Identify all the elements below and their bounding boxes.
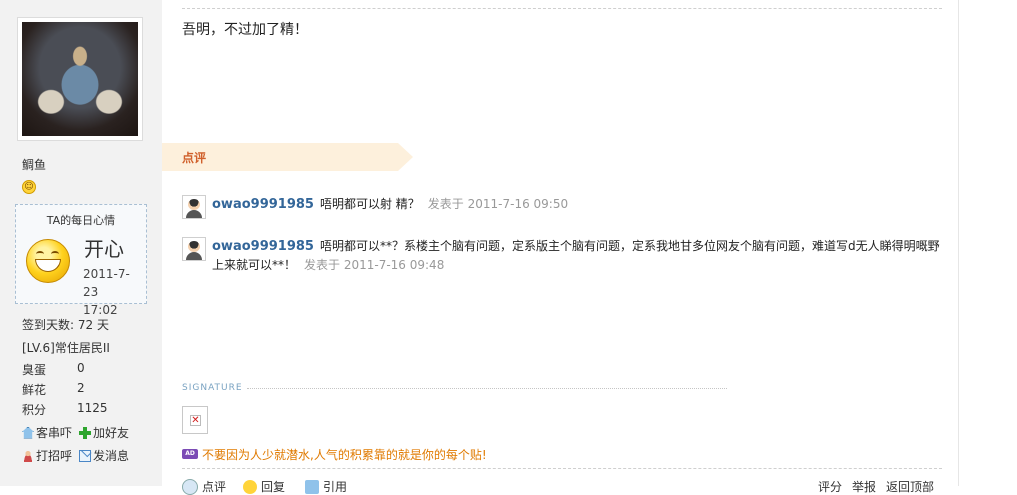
add-friend-label: 加好友 — [93, 426, 130, 440]
comment-action-label: 点评 — [202, 480, 227, 494]
content-right-border — [958, 0, 959, 486]
mood-date-day: 2011-7-23 — [83, 267, 130, 299]
quote-button[interactable]: 引用 — [305, 478, 347, 495]
profile-sidebar: 鲷鱼 ☺ TA的每日心情 开心 2011-7-23 17:02 签到天数: 72… — [0, 0, 162, 486]
comment-text: 唔明都可以射 精？ — [319, 197, 420, 211]
reply-icon — [243, 479, 257, 494]
mood-word: 开心 — [84, 237, 124, 261]
comment-time: 发表于 2011-7-16 09:48 — [304, 258, 445, 272]
stat-value: 2 — [77, 381, 85, 395]
stat-label: 鲜花 — [22, 383, 47, 397]
stat-label: 臭蛋 — [22, 363, 47, 377]
comment-author[interactable]: owao9991985 — [212, 197, 314, 212]
quote-label: 引用 — [323, 480, 348, 494]
comment-icon — [182, 478, 198, 495]
greet-label: 打招呼 — [36, 449, 73, 463]
comment-avatar[interactable] — [182, 237, 206, 261]
rate-link[interactable]: 评分 — [818, 478, 842, 495]
comment-author[interactable]: owao9991985 — [212, 239, 314, 254]
ad-link[interactable]: 不要因为人少就潜水,人气的积累靠的就是你的每个贴! — [202, 446, 487, 463]
online-smiley-icon: ☺ — [22, 180, 36, 194]
mood-date: 2011-7-23 17:02 — [83, 265, 145, 319]
back-to-top-link[interactable]: 返回顶部 — [886, 478, 934, 495]
send-message-label: 发消息 — [93, 449, 130, 463]
report-link[interactable]: 举报 — [852, 478, 876, 495]
avatar[interactable] — [17, 17, 143, 141]
signature-label: SIGNATURE — [182, 383, 243, 393]
home-icon — [22, 426, 34, 439]
stat-row: 鲜花 2 — [22, 381, 85, 398]
post-body: 吾明，不过加了精！ — [182, 22, 308, 38]
greet-button[interactable]: 打招呼 — [22, 447, 72, 464]
visit-button[interactable]: 客串吓 — [22, 424, 72, 441]
stat-label: 积分 — [22, 403, 47, 417]
avatar-image — [22, 22, 138, 136]
username[interactable]: 鲷鱼 — [22, 156, 46, 173]
comment-time: 发表于 2011-7-16 09:50 — [427, 197, 569, 211]
user-level[interactable]: [LV.6]常住居民II — [22, 339, 110, 356]
reply-button[interactable]: 回复 — [243, 478, 285, 495]
visit-label: 客串吓 — [36, 426, 73, 440]
happy-face-icon — [26, 239, 70, 283]
signature-divider — [247, 388, 727, 389]
broken-image-icon: ✕ — [182, 406, 208, 434]
stat-row: 臭蛋 0 — [22, 361, 85, 378]
daily-mood-box: TA的每日心情 开心 2011-7-23 17:02 — [15, 204, 147, 317]
stat-value: 0 — [77, 361, 85, 375]
comments-header: 点评 — [162, 143, 413, 171]
mood-title: TA的每日心情 — [46, 214, 116, 227]
comments-title: 点评 — [182, 151, 207, 165]
ad-icon: AD — [182, 449, 198, 459]
comment-item: owao9991985 唔明都可以射 精？ 发表于 2011-7-16 09:50 — [212, 195, 942, 214]
reply-label: 回复 — [261, 480, 286, 494]
person-icon — [22, 449, 34, 462]
mail-icon — [79, 449, 91, 462]
stat-value: 1125 — [77, 401, 108, 415]
checkin-days: 签到天数: 72 天 — [22, 318, 109, 332]
stat-row: 积分 1125 — [22, 401, 108, 418]
plus-icon — [79, 426, 91, 439]
quote-icon — [305, 479, 319, 494]
comment-action-button[interactable]: 点评 — [182, 478, 226, 495]
send-message-button[interactable]: 发消息 — [79, 447, 129, 464]
comment-avatar[interactable] — [182, 195, 206, 219]
divider — [182, 8, 942, 9]
comment-item: owao9991985 唔明都可以**？系楼主个脑有问题，定系版主个脑有问题，定系… — [212, 237, 942, 274]
divider — [182, 468, 942, 469]
add-friend-button[interactable]: 加好友 — [79, 424, 129, 441]
